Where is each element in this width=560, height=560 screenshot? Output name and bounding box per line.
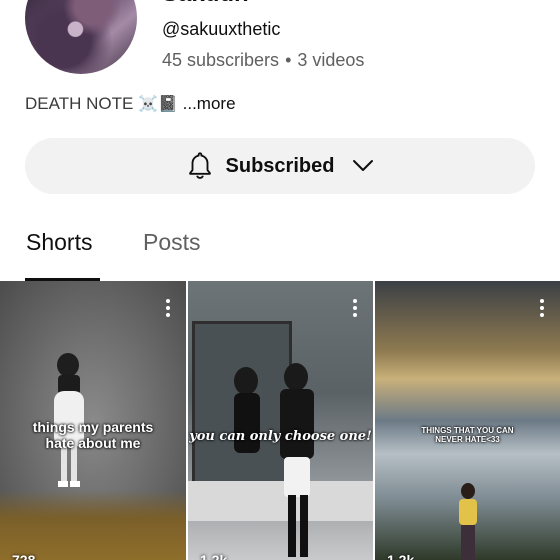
- channel-avatar[interactable]: [25, 0, 137, 74]
- channel-description[interactable]: DEATH NOTE ☠️📓 ...more: [25, 94, 236, 114]
- bell-icon: [188, 152, 211, 179]
- short-thumbnail-figure: [459, 483, 477, 560]
- subscriber-count: 45 subscribers: [162, 50, 280, 70]
- separator-dot: •: [285, 50, 292, 70]
- short-tile[interactable]: things my parents hate about me 728: [0, 281, 186, 560]
- video-count: 3 videos: [297, 50, 365, 70]
- more-link[interactable]: ...more: [183, 94, 236, 113]
- more-options-icon[interactable]: [353, 299, 357, 317]
- more-options-icon[interactable]: [540, 299, 544, 317]
- short-caption: THINGS THAT YOU CAN NEVER HATE<33: [421, 426, 514, 444]
- subscribed-button[interactable]: Subscribed: [25, 138, 535, 194]
- channel-handle: @sakuuxthetic: [162, 19, 281, 39]
- description-emoji: ☠️📓: [138, 94, 178, 113]
- channel-name: Sakudh: [162, 0, 249, 8]
- short-thumbnail-figure: [234, 363, 314, 557]
- short-views: 1.2k: [200, 552, 228, 560]
- subscribed-label: Subscribed: [225, 154, 335, 177]
- channel-stats: 45 subscribers • 3 videos: [162, 50, 364, 71]
- tab-shorts[interactable]: Shorts: [26, 229, 92, 256]
- short-caption: things my parents hate about me: [32, 419, 154, 451]
- short-tile[interactable]: THINGS THAT YOU CAN NEVER HATE<33 1.2k: [375, 281, 560, 560]
- description-text: DEATH NOTE: [25, 94, 134, 113]
- short-thumbnail-floor: [0, 490, 186, 560]
- short-tile[interactable]: you can only choose one! 1.2k: [188, 281, 373, 560]
- tab-posts[interactable]: Posts: [143, 229, 201, 256]
- short-caption: you can only choose one!: [189, 429, 372, 444]
- chevron-down-icon: [353, 160, 374, 171]
- short-views: 728: [12, 552, 36, 560]
- short-views: 1.2k: [387, 552, 415, 560]
- more-options-icon[interactable]: [166, 299, 170, 317]
